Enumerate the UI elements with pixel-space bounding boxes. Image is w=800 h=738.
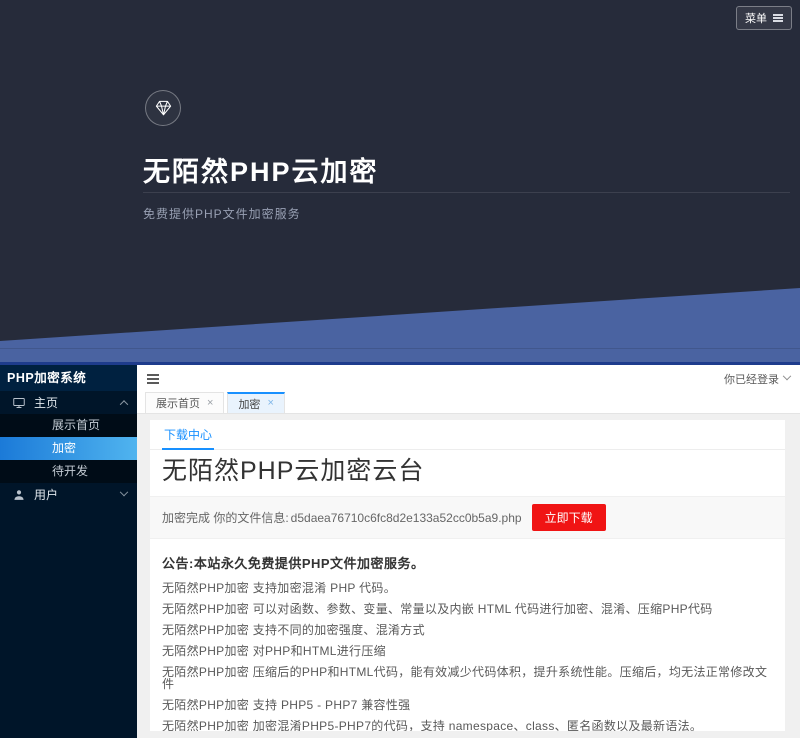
hero-banner: 菜单 无陌然PHP云加密 免费提供PHP文件加密服务 [0,0,800,362]
notice-line: 无陌然PHP加密 支持不同的加密强度、混淆方式 [162,624,773,636]
sidebar-brand: PHP加密系统 [0,365,137,391]
notice-line: 无陌然PHP加密 支持 PHP5 - PHP7 兼容性强 [162,699,773,711]
hamburger-icon [773,17,783,19]
monitor-icon [12,396,26,410]
sidebar-submenu: 展示首页 加密 待开发 [0,414,137,483]
admin-panel: PHP加密系统 主页 展示首页 加密 待开发 用户 [0,362,800,738]
notice-line: 无陌然PHP加密 可以对函数、参数、变量、常量以及内嵌 HTML 代码进行加密、… [162,603,773,615]
sidebar-item-home[interactable]: 主页 [0,391,137,414]
download-card: 下载中心 无陌然PHP云加密云台 加密完成 你的文件信息: d5daea7671… [150,420,785,731]
sidebar-item-show-home[interactable]: 展示首页 [0,414,137,437]
content-area: 下载中心 无陌然PHP云加密云台 加密完成 你的文件信息: d5daea7671… [137,414,800,738]
hero-divider [143,192,790,193]
sidebar-item-user-label: 用户 [34,486,121,503]
notice-line: 无陌然PHP加密 压缩后的PHP和HTML代码，能有效减少代码体积，提升系统性能… [162,666,773,690]
download-button[interactable]: 立即下载 [532,504,606,531]
menu-button-label: 菜单 [745,10,767,26]
file-info-prefix: 加密完成 你的文件信息: [162,509,289,526]
hero-seam-line [0,348,800,349]
sidebar-item-user[interactable]: 用户 [0,483,137,506]
login-status-label: 你已经登录 [724,371,779,387]
user-icon [12,488,26,502]
file-info-bar: 加密完成 你的文件信息: d5daea76710c6fc8d2e133a52cc… [150,496,785,539]
hero-diagonal-decoration [0,0,800,362]
login-status[interactable]: 你已经登录 [724,371,790,387]
notice-section: 公告:本站永久免费提供PHP文件加密服务。 无陌然PHP加密 支持加密混淆 PH… [150,539,785,731]
topbar: 你已经登录 [137,365,800,392]
tab-bar: 展示首页 × 加密 × [137,392,800,414]
collapse-sidebar-icon[interactable] [147,378,159,380]
tab-show-home[interactable]: 展示首页 × [145,392,224,413]
sidebar-item-encrypt[interactable]: 加密 [0,437,137,460]
chevron-down-icon [120,487,128,495]
notice-title: 公告:本站永久免费提供PHP文件加密服务。 [162,553,773,572]
notice-line: 无陌然PHP加密 加密混淆PHP5-PHP7的代码，支持 namespace、c… [162,720,773,731]
tab-download-center[interactable]: 下载中心 [162,420,214,450]
close-icon[interactable]: × [207,398,213,409]
page-title: 无陌然PHP云加密云台 [162,456,773,486]
close-icon[interactable]: × [267,398,273,409]
caret-down-icon [783,371,791,379]
sidebar-item-todo[interactable]: 待开发 [0,460,137,483]
menu-button[interactable]: 菜单 [736,6,792,30]
sidebar-item-home-label: 主页 [34,394,121,411]
file-name: d5daea76710c6fc8d2e133a52cc0b5a9.php [291,511,522,525]
tab-show-home-label: 展示首页 [156,395,200,411]
main-area: 你已经登录 展示首页 × 加密 × 下载中心 无陌然PHP云加密云台 加密 [137,365,800,738]
notice-line: 无陌然PHP加密 对PHP和HTML进行压缩 [162,645,773,657]
notice-line: 无陌然PHP加密 支持加密混淆 PHP 代码。 [162,582,773,594]
hero-title: 无陌然PHP云加密 [143,150,379,189]
hero-subtitle: 免费提供PHP文件加密服务 [143,205,301,222]
chevron-up-icon [120,400,128,408]
card-tab-bar: 下载中心 [150,420,785,450]
tab-encrypt-label: 加密 [238,396,260,412]
tab-encrypt[interactable]: 加密 × [227,392,284,413]
sidebar: PHP加密系统 主页 展示首页 加密 待开发 用户 [0,365,137,738]
diamond-icon [145,90,181,126]
